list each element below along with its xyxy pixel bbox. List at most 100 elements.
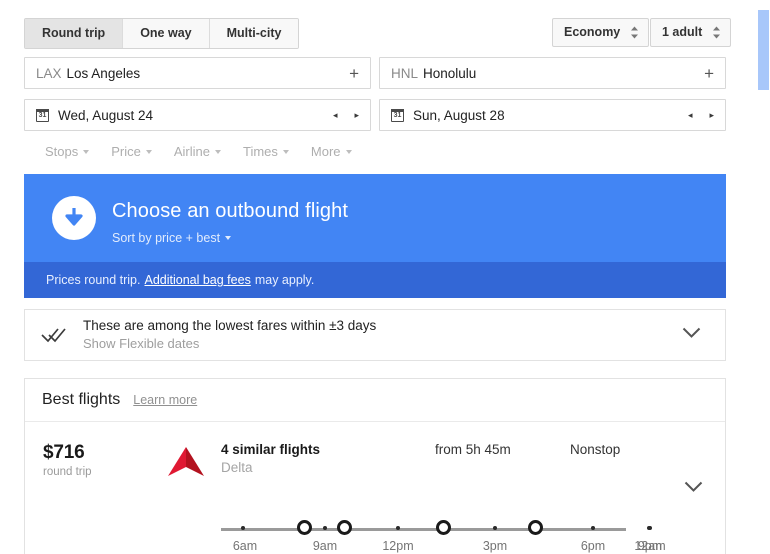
chevron-down-icon[interactable] <box>684 480 703 498</box>
price-note-suffix: may apply. <box>254 273 315 287</box>
destination-city: Honolulu <box>423 65 477 81</box>
flexible-dates-card[interactable]: These are among the lowest fares within … <box>24 309 726 361</box>
sort-selector[interactable]: Sort by price + best <box>112 231 232 245</box>
add-destination-icon[interactable]: + <box>704 65 714 82</box>
trip-type-tabs: Round trip One way Multi-city <box>24 18 300 49</box>
timeline-label: 6am <box>232 539 258 553</box>
trip-type-multi-city[interactable]: Multi-city <box>209 19 299 48</box>
return-prev-day-icon[interactable]: ◂ <box>688 110 693 120</box>
banner-title: Choose an outbound flight <box>112 200 349 222</box>
timeline-flight-marker[interactable] <box>336 520 352 535</box>
flight-search-page: Round trip One way Multi-city Economy 1 … <box>0 0 770 554</box>
flight-price: $716 <box>43 442 85 463</box>
destination-input[interactable]: HNL Honolulu + <box>379 57 726 89</box>
timeline-tick <box>323 525 327 530</box>
filter-airline-label: Airline <box>173 144 210 159</box>
filter-stops-label: Stops <box>45 144 79 159</box>
timeline-flight-marker[interactable] <box>296 520 312 535</box>
cabin-class-select[interactable]: Economy <box>552 18 650 47</box>
best-flights-card: Best flights Learn more $716 round trip … <box>24 378 726 554</box>
trip-type-round-trip[interactable]: Round trip <box>25 19 124 48</box>
origin-city: Los Angeles <box>66 65 141 81</box>
flight-price-block: $716 round trip <box>43 442 92 478</box>
chevron-down-icon <box>83 149 90 154</box>
timeline-tick <box>241 525 245 530</box>
calendar-icon: 31 <box>36 108 49 122</box>
timeline-label: 6pm <box>580 539 606 553</box>
double-check-icon <box>25 327 83 343</box>
chevron-down-icon <box>282 149 289 154</box>
timeline-flight-marker[interactable] <box>527 520 543 535</box>
add-origin-icon[interactable]: + <box>349 65 359 82</box>
scrollbar-thumb[interactable] <box>758 10 769 90</box>
flight-info-block: 4 similar flights Delta <box>221 442 320 475</box>
flexible-dates-text: These are among the lowest fares within … <box>83 317 682 353</box>
origin-input[interactable]: LAX Los Angeles + <box>24 57 371 89</box>
download-arrow-icon <box>52 196 96 240</box>
timeline-label: 12am <box>634 539 666 553</box>
chevron-down-icon[interactable] <box>682 326 701 344</box>
filter-more[interactable]: More <box>311 144 352 159</box>
flight-price-type: round trip <box>43 466 92 478</box>
flexible-dates-title: These are among the lowest fares within … <box>83 318 377 333</box>
chevron-down-icon <box>225 236 232 240</box>
return-next-day-icon[interactable]: ▸ <box>709 110 714 120</box>
trip-type-one-way[interactable]: One way <box>123 19 210 48</box>
show-flexible-dates-link[interactable]: Show Flexible dates <box>83 335 682 353</box>
cabin-class-label: Economy <box>564 25 621 39</box>
departure-date-input[interactable]: 31 Wed, August 24 ◂ ▸ <box>24 99 371 131</box>
flight-duration: from 5h 45m <box>435 442 511 457</box>
stepper-icon <box>712 26 721 39</box>
sort-label: Sort by price + best <box>112 231 221 245</box>
timeline-label: 9am <box>312 539 338 553</box>
outbound-banner: Choose an outbound flight Sort by price … <box>24 174 726 262</box>
departure-date-nav: ◂ ▸ <box>333 110 359 120</box>
filter-airline[interactable]: Airline <box>174 144 221 159</box>
timeline-label: 3pm <box>482 539 508 553</box>
airline-name: Delta <box>221 460 253 475</box>
filter-times-label: Times <box>243 144 278 159</box>
chevron-down-icon <box>215 149 221 154</box>
calendar-day-number: 31 <box>393 111 402 119</box>
timeline-axis <box>221 528 626 531</box>
calendar-day-number: 31 <box>38 111 47 119</box>
passenger-count-select[interactable]: 1 adult <box>650 18 732 47</box>
calendar-icon: 31 <box>391 108 404 122</box>
search-toolbar: Round trip One way Multi-city Economy 1 … <box>0 0 735 50</box>
filter-price-label: Price <box>111 144 141 159</box>
return-date-value: Sun, August 28 <box>413 107 505 123</box>
stepper-icon <box>630 26 639 39</box>
best-flights-heading: Best flights <box>42 391 121 408</box>
page-scrollbar[interactable] <box>757 0 770 554</box>
additional-bag-fees-link[interactable]: Additional bag fees <box>144 273 250 287</box>
departure-date-value: Wed, August 24 <box>58 107 154 123</box>
return-date-nav: ◂ ▸ <box>688 110 714 120</box>
price-note-strip: Prices round trip. Additional bag fees m… <box>24 262 726 298</box>
filter-price[interactable]: Price <box>111 144 152 159</box>
departure-prev-day-icon[interactable]: ◂ <box>333 110 338 120</box>
flight-result-row[interactable]: $716 round trip 4 similar flights Delta … <box>25 422 725 554</box>
timeline-tick <box>396 525 400 530</box>
filter-bar: Stops Price Airline Times More <box>45 144 352 159</box>
best-flights-header: Best flights Learn more <box>25 379 725 422</box>
learn-more-link[interactable]: Learn more <box>133 393 197 407</box>
timeline-flight-marker[interactable] <box>435 520 451 535</box>
filter-times[interactable]: Times <box>243 144 289 159</box>
filter-more-label: More <box>310 144 341 159</box>
timeline-label: 12pm <box>382 539 414 553</box>
return-date-input[interactable]: 31 Sun, August 28 ◂ ▸ <box>379 99 726 131</box>
timeline-tick <box>648 525 652 530</box>
destination-code: HNL <box>391 65 419 81</box>
chevron-down-icon <box>145 149 152 154</box>
delta-logo-icon <box>166 446 206 483</box>
passenger-count-label: 1 adult <box>662 25 703 39</box>
flight-stops: Nonstop <box>570 442 621 457</box>
origin-code: LAX <box>36 65 62 81</box>
departure-time-chart: 6am 9am 12pm 3pm 6pm 9pm 12am <box>25 506 727 554</box>
chevron-down-icon <box>345 149 352 154</box>
departure-next-day-icon[interactable]: ▸ <box>354 110 359 120</box>
similar-flights-label: 4 similar flights <box>221 442 321 457</box>
timeline-tick <box>591 525 595 530</box>
timeline-tick <box>493 525 497 530</box>
filter-stops[interactable]: Stops <box>45 144 90 159</box>
